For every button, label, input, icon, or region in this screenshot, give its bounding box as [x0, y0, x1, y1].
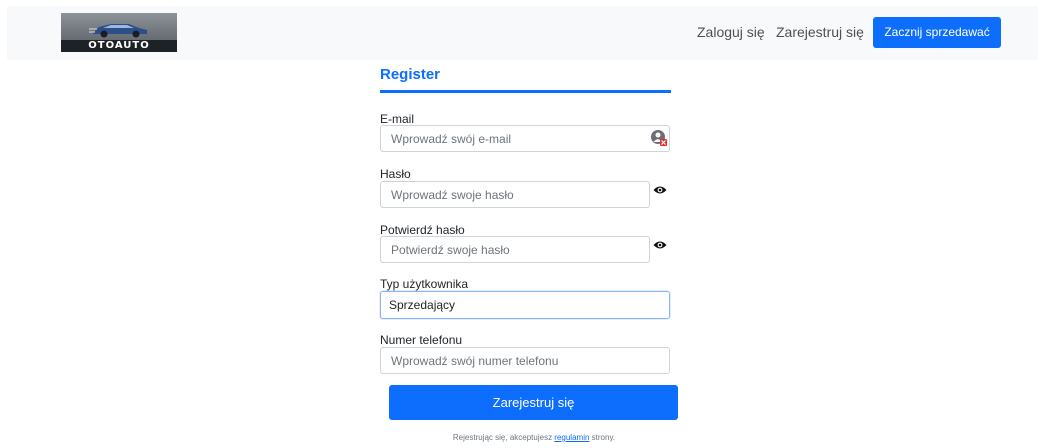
form-title: Register	[380, 66, 441, 83]
brand-logo[interactable]: OTOAUTO	[61, 13, 177, 52]
car-logo-icon	[89, 24, 147, 38]
terms-suffix: strony.	[589, 433, 616, 442]
title-underline	[380, 90, 671, 93]
confirm-password-label: Potwierdź hasło	[380, 223, 465, 237]
password-input[interactable]	[380, 181, 650, 208]
email-input[interactable]	[380, 125, 670, 152]
terms-prefix: Rejestrując się, akceptujesz	[452, 433, 555, 442]
user-type-select[interactable]: Sprzedający	[380, 291, 670, 319]
register-submit-button[interactable]: Zarejestruj się	[389, 385, 678, 420]
terms-notice: Rejestrując się, akceptujesz regulamin s…	[380, 433, 688, 442]
eye-icon[interactable]	[653, 185, 667, 195]
top-navbar: OTOAUTO Zaloguj się Zarejestruj się Zacz…	[7, 6, 1038, 60]
terms-link[interactable]: regulamin	[554, 433, 589, 442]
phone-label: Numer telefonu	[380, 333, 463, 347]
password-manager-icon[interactable]	[650, 129, 668, 147]
eye-icon[interactable]	[653, 240, 667, 250]
password-label: Hasło	[380, 167, 411, 181]
logo-text: OTOAUTO	[61, 40, 177, 52]
login-link[interactable]: Zaloguj się	[697, 24, 765, 40]
user-type-label: Typ użytkownika	[380, 277, 469, 291]
phone-input[interactable]	[380, 347, 670, 374]
confirm-password-input[interactable]	[380, 236, 650, 263]
register-link[interactable]: Zarejestruj się	[776, 24, 864, 40]
start-selling-button[interactable]: Zacznij sprzedawać	[873, 17, 1001, 48]
email-label: E-mail	[380, 112, 415, 126]
